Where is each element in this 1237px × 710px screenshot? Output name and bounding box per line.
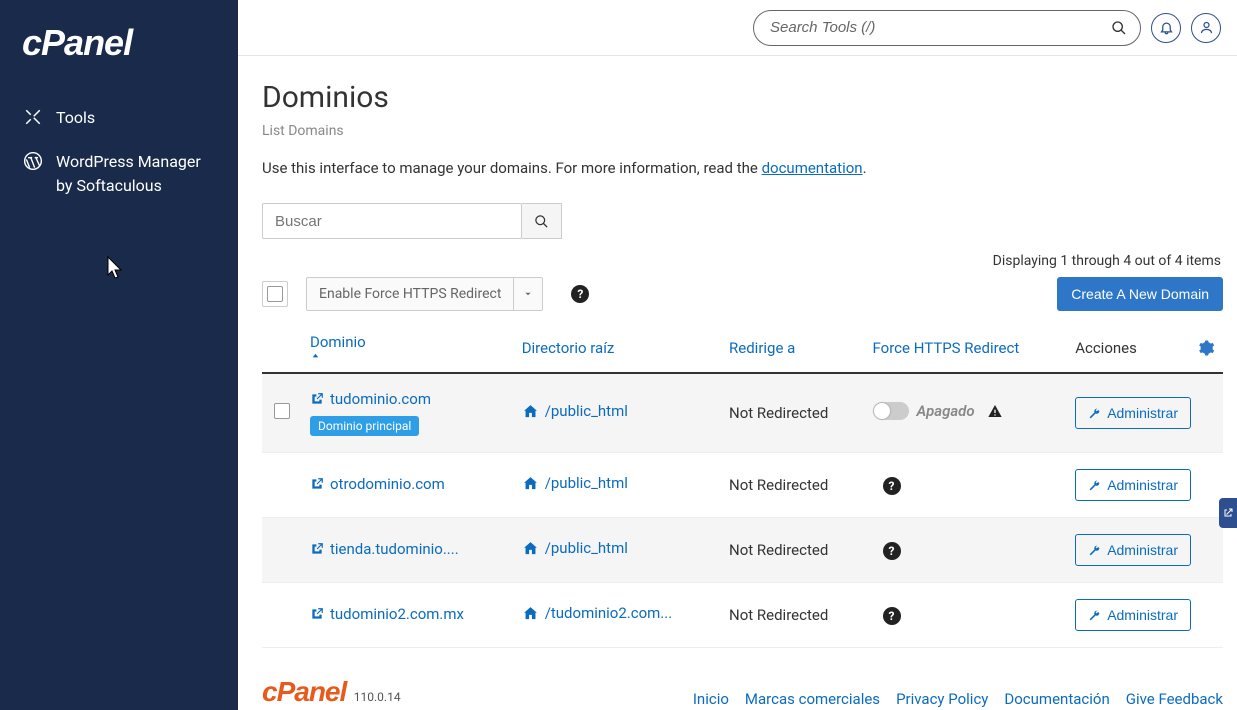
intro-prefix: Use this interface to manage your domain… <box>262 159 762 177</box>
redirect-cell: Not Redirected <box>721 373 865 453</box>
sidebar: cPanel Tools WordPress Manager by Softac… <box>0 0 238 710</box>
search-icon <box>1111 20 1127 36</box>
manage-button[interactable]: Administrar <box>1075 534 1191 566</box>
table-row: otrodominio.com/public_html Not Redirecte… <box>262 453 1223 518</box>
redirect-cell: Not Redirected <box>721 453 865 518</box>
manage-button[interactable]: Administrar <box>1075 469 1191 501</box>
external-link-icon <box>310 392 324 406</box>
domain-search-input[interactable] <box>262 203 522 239</box>
footer-link[interactable]: Give Feedback <box>1126 690 1223 708</box>
docroot-link[interactable]: /public_html <box>522 402 628 420</box>
help-icon[interactable]: ? <box>883 542 901 560</box>
caret-down-icon <box>513 277 543 311</box>
select-all-checkbox[interactable] <box>267 286 283 302</box>
sidebar-item-wordpress[interactable]: WordPress Manager by Softaculous <box>0 140 238 208</box>
sidebar-item-tools[interactable]: Tools <box>0 96 238 140</box>
manage-button[interactable]: Administrar <box>1075 599 1191 631</box>
manage-button[interactable]: Administrar <box>1075 397 1191 429</box>
domains-table: Dominio Directorio raíz Redirige a Force… <box>262 323 1223 648</box>
page-title: Dominios <box>262 80 1223 115</box>
footer-logo: cPanel <box>262 676 346 707</box>
create-domain-button[interactable]: Create A New Domain <box>1057 277 1223 311</box>
list-search-toolbar <box>262 203 1223 239</box>
domain-link[interactable]: tudominio.com <box>310 390 431 408</box>
brand-logo: cPanel <box>0 0 238 86</box>
home-icon <box>522 403 539 420</box>
footer-version: 110.0.14 <box>354 690 401 704</box>
external-link-icon <box>310 542 324 556</box>
external-link-icon <box>310 607 324 621</box>
enable-https-redirect-dropdown[interactable]: Enable Force HTTPS Redirect <box>306 277 543 311</box>
bulk-action-row: Enable Force HTTPS Redirect ? Create A N… <box>262 277 1223 323</box>
external-link-icon <box>310 477 324 491</box>
col-redirect[interactable]: Redirige a <box>721 323 865 373</box>
docroot-link[interactable]: /public_html <box>522 474 628 492</box>
wordpress-icon <box>22 150 44 172</box>
warning-icon <box>987 403 1003 419</box>
user-account-button[interactable] <box>1191 13 1221 43</box>
docroot-link[interactable]: /public_html <box>522 539 628 557</box>
global-search-wrap <box>753 10 1141 46</box>
domain-link[interactable]: tudominio2.com.mx <box>310 605 464 623</box>
footer-link[interactable]: Marcas comerciales <box>745 690 880 708</box>
home-icon <box>522 475 539 492</box>
domain-search-button[interactable] <box>522 203 562 239</box>
footer-link[interactable]: Documentación <box>1004 690 1109 708</box>
top-bar <box>238 0 1237 56</box>
intro-text: Use this interface to manage your domain… <box>262 159 1223 177</box>
home-icon <box>522 605 539 622</box>
sidebar-nav: Tools WordPress Manager by Softaculous <box>0 86 238 218</box>
content-area: Dominios List Domains Use this interface… <box>238 56 1237 710</box>
table-row: tudominio.com Dominio principal/public_ht… <box>262 373 1223 453</box>
table-row: tienda.tudominio.... /public_html Not Redi… <box>262 518 1223 583</box>
help-icon[interactable]: ? <box>883 607 901 625</box>
enable-https-redirect-label: Enable Force HTTPS Redirect <box>306 277 513 311</box>
footer-link[interactable]: Privacy Policy <box>896 690 988 708</box>
row-checkbox[interactable] <box>274 403 290 419</box>
force-https-toggle[interactable]: Apagado <box>873 402 1003 420</box>
global-search-input[interactable] <box>753 10 1141 46</box>
result-count-text: Displaying 1 through 4 out of 4 items <box>262 253 1221 269</box>
sidebar-item-label: WordPress Manager by Softaculous <box>56 150 216 198</box>
col-docroot[interactable]: Directorio raíz <box>514 323 721 373</box>
wrench-icon <box>1088 609 1101 622</box>
col-force-https[interactable]: Force HTTPS Redirect <box>865 323 1068 373</box>
domain-link[interactable]: tienda.tudominio.... <box>310 540 459 558</box>
documentation-link[interactable]: documentation <box>762 159 863 177</box>
home-icon <box>522 540 539 557</box>
sort-asc-icon <box>310 351 506 362</box>
wrench-icon <box>1088 407 1101 420</box>
col-actions: Acciones <box>1067 323 1189 373</box>
intro-suffix: . <box>863 159 867 177</box>
help-icon[interactable]: ? <box>571 285 589 303</box>
toggle-off-label: Apagado <box>917 402 975 420</box>
domain-link[interactable]: otrodominio.com <box>310 475 445 493</box>
primary-domain-badge: Dominio principal <box>310 416 419 436</box>
redirect-cell: Not Redirected <box>721 518 865 583</box>
side-panel-toggle[interactable] <box>1219 498 1237 528</box>
main-area: Dominios List Domains Use this interface… <box>238 0 1237 710</box>
footer: cPanel 110.0.14 Inicio Marcas comerciales… <box>262 676 1223 708</box>
wrench-icon <box>1088 544 1101 557</box>
table-row: tudominio2.com.mx/tudominio2.com... Not R… <box>262 583 1223 648</box>
tools-cross-icon <box>22 106 44 128</box>
col-domain[interactable]: Dominio <box>302 323 514 373</box>
docroot-link[interactable]: /tudominio2.com... <box>522 604 672 622</box>
footer-link[interactable]: Inicio <box>693 690 729 708</box>
page-subtitle: List Domains <box>262 123 1223 139</box>
redirect-cell: Not Redirected <box>721 583 865 648</box>
help-icon[interactable]: ? <box>883 477 901 495</box>
sidebar-item-label: Tools <box>56 106 95 130</box>
table-settings-button[interactable] <box>1197 339 1215 357</box>
wrench-icon <box>1088 479 1101 492</box>
notifications-button[interactable] <box>1151 13 1181 43</box>
